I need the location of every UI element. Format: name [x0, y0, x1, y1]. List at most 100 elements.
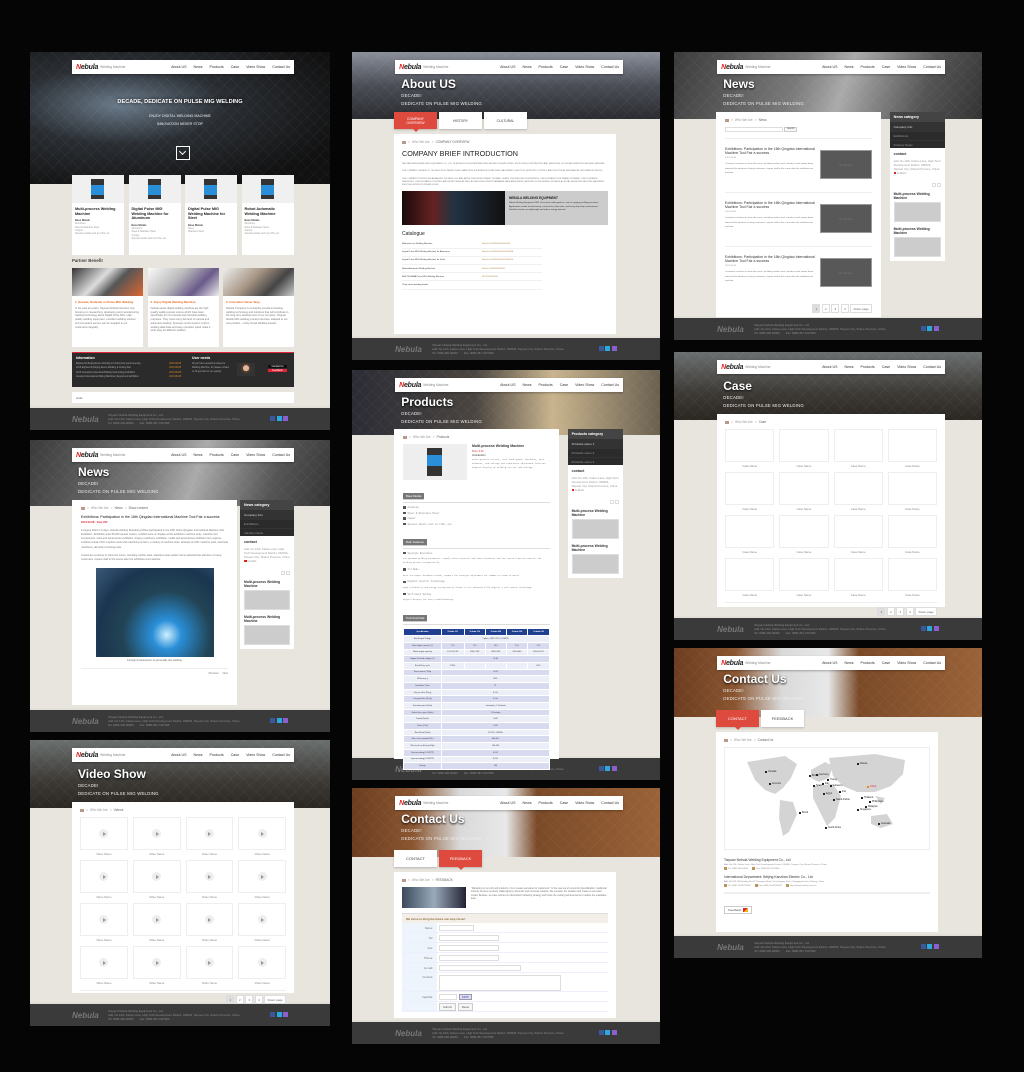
- search-input[interactable]: [725, 127, 783, 132]
- page-button[interactable]: 1: [226, 995, 235, 1004]
- category-item[interactable]: Products name 1: [567, 439, 624, 448]
- nav-item-news[interactable]: News: [523, 383, 532, 387]
- nav-item-contact-us[interactable]: Contact Us: [601, 801, 619, 805]
- video-item[interactable]: Video Name: [80, 817, 128, 856]
- prev-arrow-icon[interactable]: [610, 500, 615, 504]
- case-name[interactable]: Case Name: [779, 550, 828, 554]
- nav-item-case[interactable]: Case: [560, 801, 568, 805]
- nav-item-video-show[interactable]: Video Show: [575, 801, 594, 805]
- video-thumbnail[interactable]: [132, 817, 181, 850]
- nav-item-contact-us[interactable]: Contact Us: [272, 65, 290, 69]
- video-name[interactable]: Video Name: [133, 895, 181, 899]
- video-thumbnail[interactable]: [132, 860, 181, 893]
- case-thumbnail[interactable]: [887, 472, 938, 505]
- home-icon[interactable]: [81, 506, 85, 510]
- breadcrumb-root[interactable]: Who We Are: [91, 506, 109, 510]
- sidebar-product-image[interactable]: [893, 202, 942, 222]
- category-item[interactable]: Products name 2: [567, 448, 624, 457]
- email-icon[interactable]: [283, 1012, 288, 1017]
- case-item[interactable]: Case Name: [833, 472, 883, 511]
- submit-button[interactable]: Submit: [439, 1002, 456, 1011]
- breadcrumb-root[interactable]: Who We Are: [412, 140, 430, 144]
- breadcrumb-root[interactable]: Who We Are: [412, 878, 430, 882]
- tab-company-overview[interactable]: COMPANY OVERVIEW: [394, 112, 437, 132]
- news-title[interactable]: Exhibitions: Participation in the 16th Q…: [725, 147, 815, 155]
- video-name[interactable]: Video Name: [186, 938, 234, 942]
- play-icon[interactable]: [99, 958, 109, 967]
- page-button[interactable]: 2: [886, 607, 895, 616]
- play-icon[interactable]: [204, 872, 214, 881]
- case-name[interactable]: Case Name: [779, 593, 828, 597]
- case-thumbnail[interactable]: [725, 472, 775, 505]
- feedback-button[interactable]: Feedback: [724, 906, 753, 914]
- case-name[interactable]: Case Name: [725, 550, 774, 554]
- video-name[interactable]: Video Name: [80, 938, 128, 942]
- catalogue-row[interactable]: Digital Pulse MIG Welding Machine for St…: [402, 257, 542, 266]
- case-item[interactable]: Case Name: [887, 558, 938, 597]
- tab-history[interactable]: HISTORY: [439, 112, 482, 129]
- facebook-icon[interactable]: [598, 346, 604, 351]
- video-name[interactable]: Video Name: [186, 981, 234, 985]
- page-button[interactable]: 3: [245, 995, 254, 1004]
- product-name[interactable]: Robot Automatic Welding Machine: [245, 207, 291, 216]
- feedback-button[interactable]: Feedback: [268, 369, 287, 372]
- page-button[interactable]: 3: [896, 607, 905, 616]
- case-thumbnail[interactable]: [725, 515, 775, 548]
- map-marker[interactable]: Philippines: [869, 800, 884, 803]
- video-name[interactable]: Video Name: [238, 938, 286, 942]
- video-thumbnail[interactable]: [185, 817, 234, 850]
- catalogue-row[interactable]: Digital Pulse MIG Welding Machine for Al…: [402, 249, 542, 257]
- twitter-icon[interactable]: [927, 626, 933, 631]
- product-card[interactable]: Robot Automatic Welding Machine Base Meta…: [241, 175, 294, 255]
- previous-link[interactable]: Previous: [209, 672, 219, 675]
- facebook-icon[interactable]: [270, 718, 275, 723]
- case-item[interactable]: Case Name: [725, 558, 775, 597]
- case-item[interactable]: Case Name: [725, 472, 775, 511]
- email-icon[interactable]: [283, 416, 288, 421]
- map-marker[interactable]: China: [867, 785, 876, 788]
- contact-value[interactable]: http://www.kanzhan.com.cn: [790, 885, 817, 887]
- map-marker[interactable]: Egypt: [823, 792, 832, 795]
- facebook-icon[interactable]: [920, 944, 926, 949]
- video-name[interactable]: Video Name: [238, 852, 286, 856]
- category-item[interactable]: Company Info: [889, 122, 946, 131]
- page-button[interactable]: 2: [821, 304, 830, 313]
- case-thumbnail[interactable]: [833, 515, 883, 548]
- breadcrumb-item[interactable]: News: [759, 118, 767, 122]
- email-icon[interactable]: [611, 346, 617, 351]
- breadcrumb-item[interactable]: FEEDBACK: [436, 878, 453, 882]
- breadcrumb-item[interactable]: Case: [759, 420, 766, 424]
- video-thumbnail[interactable]: [238, 817, 286, 850]
- video-thumbnail[interactable]: [80, 903, 128, 936]
- nav-item-case[interactable]: Case: [882, 365, 890, 369]
- play-icon[interactable]: [257, 915, 267, 924]
- phone-input[interactable]: [439, 954, 500, 961]
- tab-contact[interactable]: CONTACT: [716, 710, 759, 730]
- facebook-icon[interactable]: [270, 1012, 275, 1017]
- case-name[interactable]: Case Name: [888, 550, 937, 554]
- catalogue-model[interactable]: Nebula 350/400/500PR: [482, 268, 505, 270]
- email-label[interactable]: E-MAIL: [575, 488, 584, 492]
- page-button[interactable]: 4: [905, 607, 914, 616]
- play-icon[interactable]: [99, 872, 109, 881]
- video-item[interactable]: Video Name: [80, 860, 128, 899]
- facebook-icon[interactable]: [270, 416, 275, 421]
- email-icon[interactable]: [283, 718, 288, 723]
- info-item[interactable]: Guangxi International Mining Machinery E…: [76, 375, 181, 379]
- case-thumbnail[interactable]: [833, 472, 883, 505]
- case-name[interactable]: Case Name: [725, 593, 774, 597]
- facebook-icon[interactable]: [598, 766, 604, 771]
- case-name[interactable]: Case Name: [834, 593, 883, 597]
- nav-item-products[interactable]: Products: [861, 65, 875, 69]
- news-title[interactable]: Exhibitions: Participation in the 16th Q…: [725, 201, 815, 209]
- nav-item-video-show[interactable]: Video Show: [575, 383, 594, 387]
- nav-item-video-show[interactable]: Video Show: [246, 753, 265, 757]
- nav-item-case[interactable]: Case: [882, 661, 890, 665]
- news-item[interactable]: Exhibitions: Participation in the 16th Q…: [725, 246, 872, 300]
- play-icon[interactable]: [152, 915, 162, 924]
- page-button[interactable]: 2: [235, 995, 244, 1004]
- tab-feedback[interactable]: FEEDBACK: [439, 850, 482, 870]
- product-card[interactable]: Multi-process Welding Machine Base Metals…: [72, 175, 124, 255]
- nav-item-contact-us[interactable]: Contact Us: [923, 661, 941, 665]
- nav-item-news[interactable]: News: [845, 661, 854, 665]
